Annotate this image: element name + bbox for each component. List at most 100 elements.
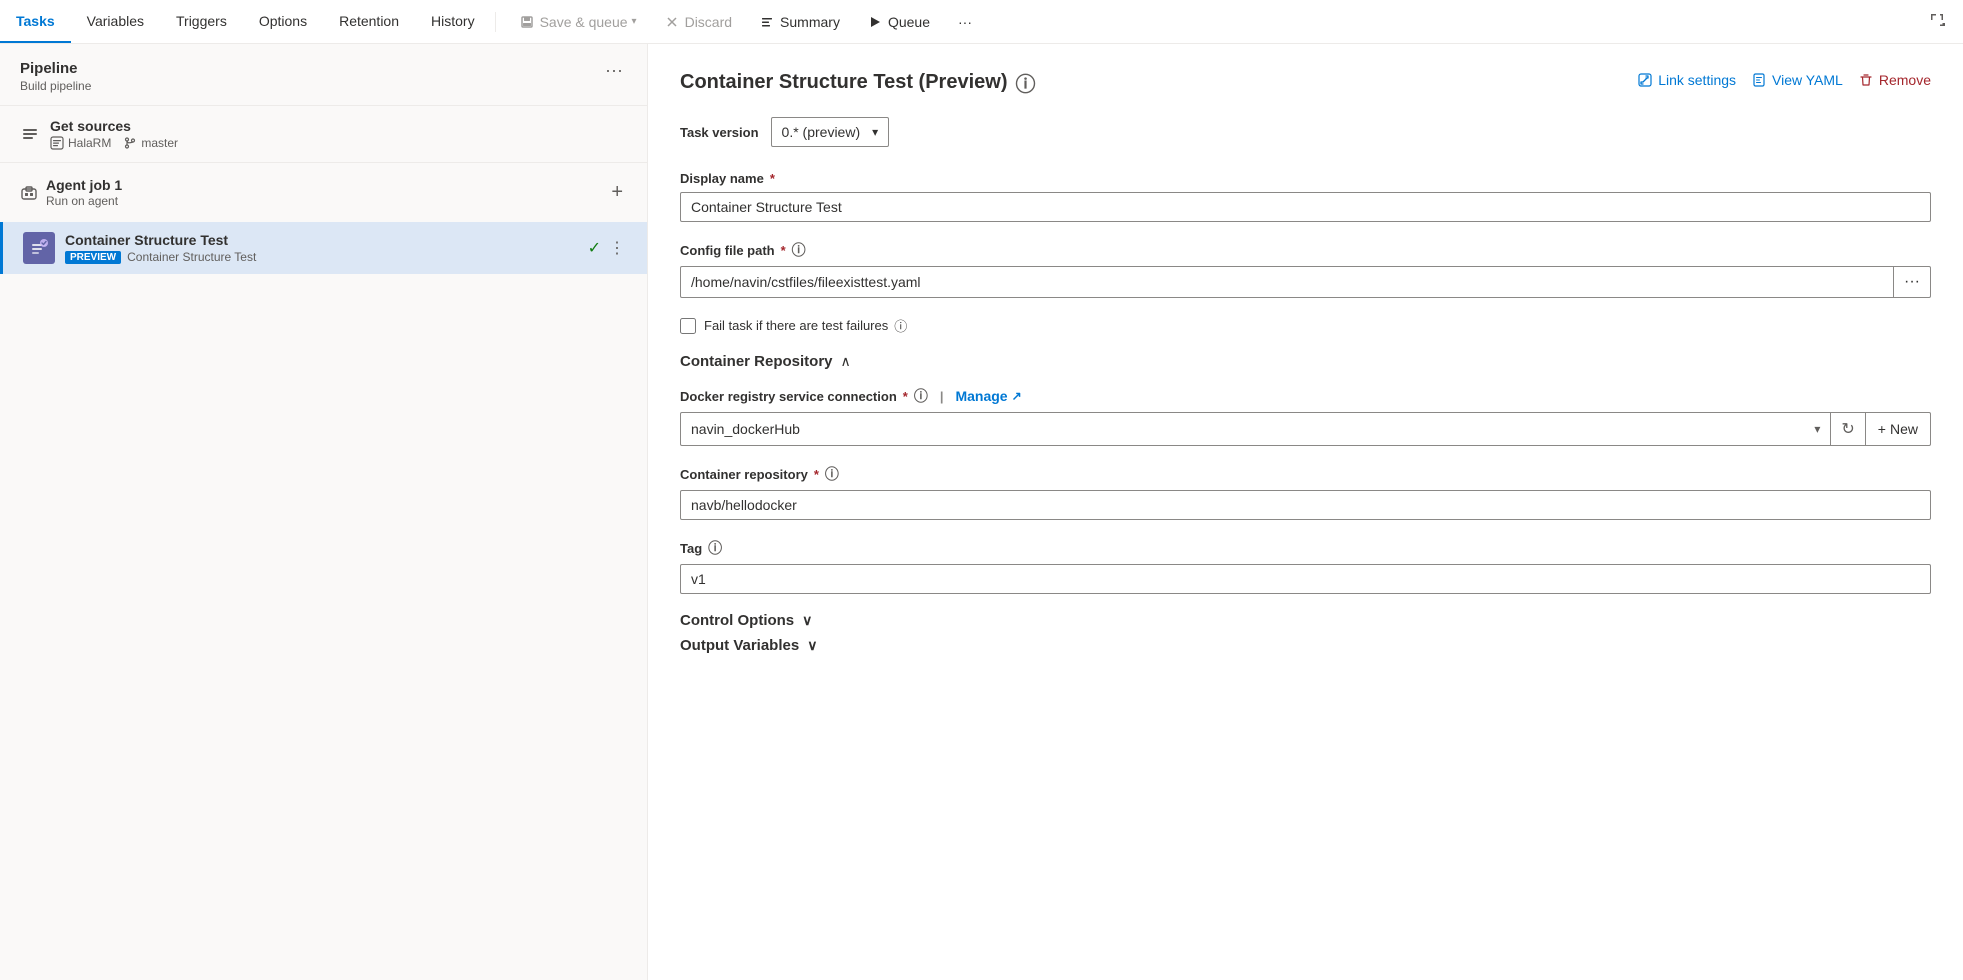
tab-tasks[interactable]: Tasks (0, 0, 71, 43)
source-branch: master (123, 136, 178, 150)
agent-job-name: Agent job 1 (46, 177, 122, 193)
task-version-select[interactable]: 0.* (preview) ▾ (771, 117, 890, 147)
docker-registry-required: * (903, 389, 908, 404)
task-version-label: Task version (680, 125, 759, 140)
more-actions-button[interactable]: ··· (946, 8, 984, 36)
output-variables-header[interactable]: Output Variables ∨ (680, 637, 1931, 654)
remove-button[interactable]: Remove (1859, 68, 1931, 92)
queue-icon (868, 15, 882, 29)
container-repo-input[interactable] (680, 490, 1931, 520)
fail-task-checkbox[interactable] (680, 318, 696, 334)
tab-retention[interactable]: Retention (323, 0, 415, 43)
task-check-icon: ✓ (588, 238, 601, 258)
get-sources-item[interactable]: Get sources HalaRM (0, 106, 647, 163)
config-file-path-input[interactable] (680, 266, 1894, 298)
sources-icon (20, 124, 40, 144)
container-repo-required: * (814, 467, 819, 482)
new-label: New (1890, 421, 1918, 437)
tab-history[interactable]: History (415, 0, 491, 43)
task-version-value: 0.* (preview) (782, 124, 861, 140)
config-path-browse-button[interactable]: ··· (1894, 266, 1931, 298)
task-more-button[interactable]: ⋮ (607, 236, 627, 260)
docker-registry-refresh-button[interactable]: ↻ (1831, 412, 1865, 446)
docker-registry-row: Docker registry service connection * ⓘ |… (680, 386, 1931, 446)
right-panel: Container Structure Test (Preview) ⓘ Lin… (648, 44, 1963, 980)
pipeline-more-button[interactable]: ··· (601, 60, 627, 81)
source-text: Get sources HalaRM (50, 118, 627, 150)
source-meta: HalaRM master (50, 136, 627, 150)
task-item[interactable]: Container Structure Test PREVIEW Contain… (0, 222, 647, 274)
config-file-path-label: Config file path * ⓘ (680, 240, 1931, 260)
docker-registry-info-icon[interactable]: ⓘ (914, 386, 928, 406)
save-icon (520, 15, 534, 29)
tag-label: Tag ⓘ (680, 538, 1931, 558)
tag-row: Tag ⓘ (680, 538, 1931, 594)
task-subtitle: Container Structure Test (127, 250, 256, 264)
docker-registry-select-container: navin_dockerHub ▾ ↻ + New (680, 412, 1931, 446)
left-panel: Pipeline Build pipeline ··· Get sources (0, 44, 648, 980)
task-name: Container Structure Test (65, 232, 578, 248)
tab-options[interactable]: Options (243, 0, 323, 43)
container-repository-collapse-button[interactable]: ∧ (841, 353, 851, 370)
tab-triggers[interactable]: Triggers (160, 0, 243, 43)
right-panel-header: Container Structure Test (Preview) ⓘ Lin… (680, 68, 1931, 97)
summary-button[interactable]: Summary (748, 8, 852, 36)
view-yaml-button[interactable]: View YAML (1752, 68, 1843, 92)
queue-button[interactable]: Queue (856, 8, 942, 36)
link-settings-button[interactable]: Link settings (1638, 68, 1736, 92)
tag-info-icon[interactable]: ⓘ (708, 538, 722, 558)
config-path-info-icon[interactable]: ⓘ (792, 240, 806, 260)
container-repo-info-icon[interactable]: ⓘ (825, 464, 839, 484)
control-options-header[interactable]: Control Options ∨ (680, 612, 1931, 629)
repo-icon (50, 136, 64, 150)
display-name-label: Display name * (680, 171, 1931, 186)
pipeline-info: Pipeline Build pipeline (20, 60, 91, 93)
top-nav: Tasks Variables Triggers Options Retenti… (0, 0, 1963, 44)
tab-variables[interactable]: Variables (71, 0, 160, 43)
remove-icon (1859, 73, 1873, 87)
refresh-icon: ↻ (1841, 419, 1854, 439)
task-actions: ✓ ⋮ (588, 236, 627, 260)
nav-actions: Save & queue ▾ Discard Summary Queue ··· (508, 8, 984, 36)
yaml-icon (1752, 73, 1766, 87)
right-header-actions: Link settings View YAML Remove (1638, 68, 1931, 92)
new-plus-icon: + (1878, 421, 1886, 437)
fail-task-row: Fail task if there are test failures ⓘ (680, 316, 1931, 335)
expand-icon[interactable] (1923, 6, 1951, 37)
manage-link[interactable]: Manage ↗ (955, 388, 1021, 404)
agent-job-info: Agent job 1 Run on agent (46, 177, 122, 208)
discard-button[interactable]: Discard (653, 8, 744, 36)
config-file-path-row: Config file path * ⓘ ··· (680, 240, 1931, 298)
fail-task-info-icon[interactable]: ⓘ (894, 316, 907, 335)
docker-registry-select[interactable]: navin_dockerHub ▾ (680, 412, 1831, 446)
agent-job-icon (20, 184, 38, 202)
output-variables-chevron: ∨ (807, 637, 817, 654)
add-task-button[interactable]: + (607, 181, 627, 204)
task-info: Container Structure Test PREVIEW Contain… (65, 232, 578, 264)
container-repository-label: Container Repository (680, 353, 833, 370)
title-info-icon[interactable]: ⓘ (1015, 68, 1035, 97)
docker-registry-label: Docker registry service connection * ⓘ |… (680, 386, 1931, 406)
display-name-required: * (770, 171, 775, 186)
fail-task-label: Fail task if there are test failures ⓘ (704, 316, 907, 335)
save-queue-button[interactable]: Save & queue ▾ (508, 8, 649, 36)
manage-external-icon: ↗ (1012, 389, 1022, 403)
tag-input[interactable] (680, 564, 1931, 594)
docker-registry-chevron: ▾ (1814, 422, 1820, 436)
control-options-chevron: ∨ (802, 612, 812, 629)
task-preview-badge: PREVIEW (65, 251, 121, 264)
control-options-label: Control Options (680, 612, 794, 629)
task-icon (23, 232, 55, 264)
container-repo-row: Container repository * ⓘ (680, 464, 1931, 520)
right-title-text: Container Structure Test (Preview) (680, 71, 1007, 94)
task-version-row: Task version 0.* (preview) ▾ (680, 117, 1931, 147)
display-name-input[interactable] (680, 192, 1931, 222)
main-layout: Pipeline Build pipeline ··· Get sources (0, 44, 1963, 980)
docker-registry-value: navin_dockerHub (691, 421, 800, 437)
config-path-required: * (781, 243, 786, 258)
task-svg-icon (29, 238, 49, 258)
output-variables-label: Output Variables (680, 637, 799, 654)
docker-registry-new-button[interactable]: + New (1866, 412, 1931, 446)
discard-icon (665, 15, 679, 29)
summary-icon (760, 15, 774, 29)
